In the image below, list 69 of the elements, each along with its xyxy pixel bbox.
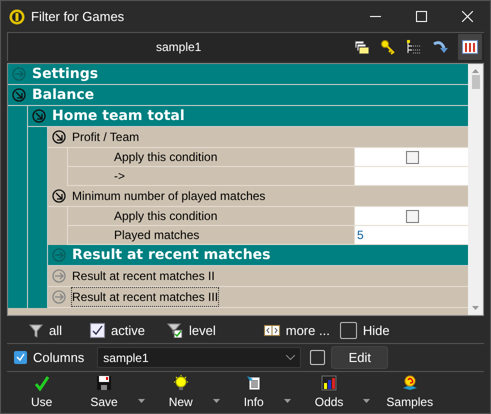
checkbox[interactable] xyxy=(90,323,106,338)
property-value-field[interactable] xyxy=(355,167,468,185)
checkbox[interactable] xyxy=(406,210,420,222)
window-title: Filter for Games xyxy=(31,8,124,26)
category-row[interactable]: Settings xyxy=(8,64,468,85)
redo-arrow-icon[interactable] xyxy=(432,39,448,55)
minimize-icon xyxy=(370,16,380,17)
property-value-field[interactable] xyxy=(355,148,468,166)
group-label: Result at recent matches II xyxy=(72,268,215,285)
category-label: Settings xyxy=(32,64,98,84)
expanded-arrow-icon[interactable] xyxy=(52,189,66,203)
checkbox[interactable] xyxy=(406,150,420,164)
check-mark-icon xyxy=(34,375,50,391)
scrollbar[interactable] xyxy=(468,64,483,315)
group-row[interactable]: Minimum number of played matches xyxy=(48,186,468,207)
toolbar-button[interactable]: Info xyxy=(244,375,264,411)
expanded-arrow-icon[interactable] xyxy=(52,130,66,144)
property-value-field[interactable] xyxy=(355,207,468,225)
toolbar-button[interactable]: New xyxy=(168,375,193,411)
document-icon xyxy=(246,375,262,391)
group-label: Minimum number of played matches xyxy=(72,188,266,205)
columns-dropdown[interactable]: sample1 xyxy=(97,347,302,368)
columns-button[interactable] xyxy=(458,34,482,60)
dropdown-caret-icon[interactable] xyxy=(138,399,145,403)
group-label: Profit / Team xyxy=(72,129,140,146)
tree-list-icon[interactable] xyxy=(406,39,422,55)
dropdown-caret-icon[interactable] xyxy=(363,399,370,403)
chevron-down-icon xyxy=(286,355,296,360)
category-row[interactable]: Balance xyxy=(8,85,468,106)
key-icon[interactable] xyxy=(380,39,396,55)
columns-label: Columns xyxy=(33,348,84,367)
group-row[interactable]: Profit / Team xyxy=(48,127,468,148)
filter-option-label[interactable]: Hide xyxy=(362,320,390,340)
category-label: Balance xyxy=(32,86,94,104)
close-icon xyxy=(462,11,472,22)
folders-icon[interactable] xyxy=(354,39,370,55)
maximize-icon xyxy=(416,11,426,22)
group-label: Result at recent matches III xyxy=(72,288,218,306)
category-row[interactable]: Home team total xyxy=(28,106,468,127)
property-value-field[interactable]: 5 xyxy=(355,226,468,244)
funnel-icon[interactable] xyxy=(29,324,43,338)
app-logo-icon xyxy=(9,8,25,24)
filter-option-label[interactable]: more ... xyxy=(286,320,330,340)
checkbox[interactable] xyxy=(310,350,326,365)
question-book-icon xyxy=(402,375,418,391)
category-label: Home team total xyxy=(52,106,185,126)
columns-width-icon[interactable] xyxy=(264,325,280,336)
checkbox[interactable] xyxy=(340,322,357,339)
filter-option-label[interactable]: active xyxy=(111,320,145,340)
dropdown-caret-icon[interactable] xyxy=(212,399,220,403)
scroll-thumb[interactable] xyxy=(472,75,480,89)
category-label: Result at recent matches xyxy=(72,246,271,264)
toolbar-button[interactable]: Save xyxy=(90,375,118,411)
dropdown-caret-icon[interactable] xyxy=(284,399,291,403)
toolbar-button[interactable]: Samples xyxy=(386,375,434,411)
edit-button[interactable]: Edit xyxy=(331,346,388,369)
funnel-check-icon[interactable] xyxy=(166,323,183,338)
filter-name: sample1 xyxy=(156,39,202,56)
light-bulb-icon xyxy=(172,375,189,391)
toolbar-button[interactable]: Use xyxy=(31,375,52,411)
bar-chart-icon xyxy=(321,375,338,391)
filter-option-label[interactable]: all xyxy=(49,320,62,340)
columns-icon xyxy=(462,39,478,55)
group-row[interactable]: Result at recent matches III xyxy=(48,287,468,308)
group-row[interactable]: Result at recent matches II xyxy=(48,266,468,287)
filter-option-label[interactable]: level xyxy=(188,320,216,340)
category-row[interactable]: Result at recent matches xyxy=(48,245,468,266)
columns-checkbox[interactable] xyxy=(14,351,27,364)
toolbar-button[interactable]: Odds xyxy=(314,375,344,411)
